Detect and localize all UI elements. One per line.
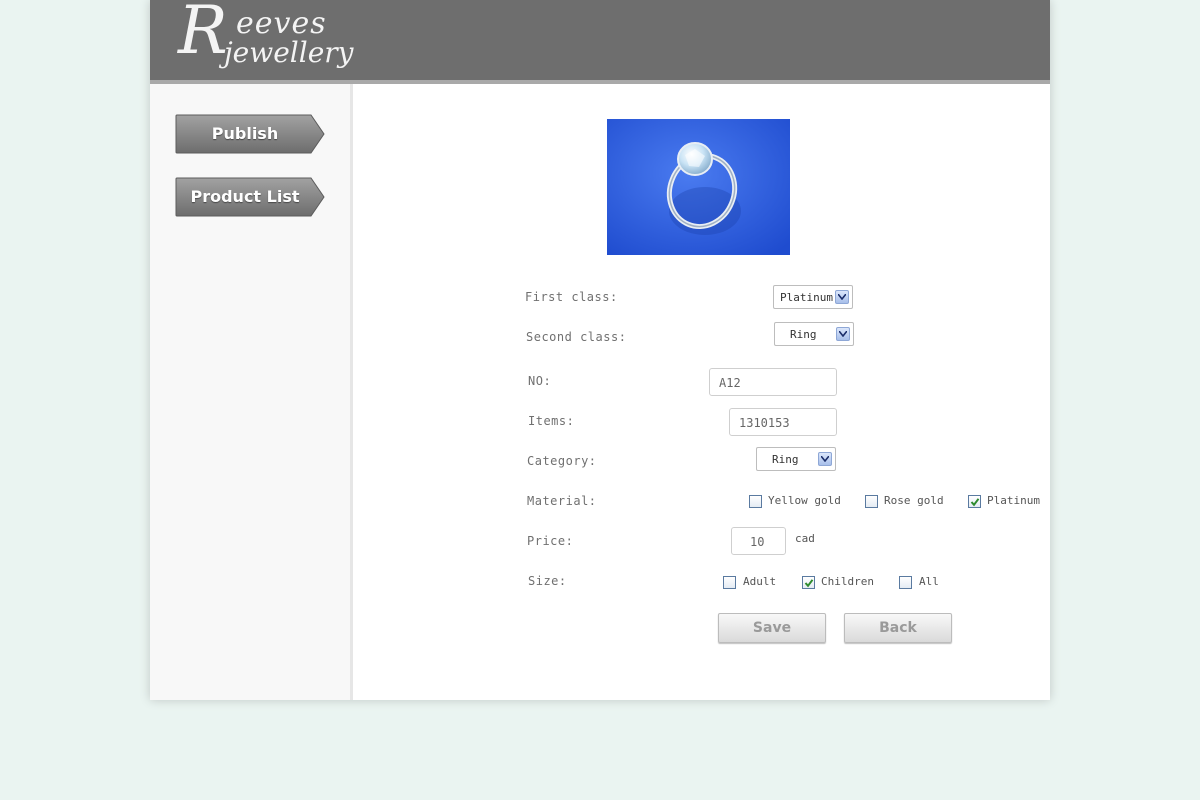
- publish-button[interactable]: Publish: [175, 114, 325, 154]
- save-button[interactable]: Save: [718, 613, 826, 643]
- size-children-label: Children: [821, 575, 874, 588]
- page-container: R eeves jewellery Publish Product List F…: [150, 0, 1050, 700]
- category-value: Ring: [772, 453, 799, 466]
- product-list-button[interactable]: Product List: [175, 177, 325, 217]
- size-all-checkbox[interactable]: [899, 576, 912, 589]
- product-list-button-label: Product List: [190, 187, 300, 206]
- material-platinum-checkbox[interactable]: [968, 495, 981, 508]
- size-all-label: All: [919, 575, 939, 588]
- logo-initial: R: [178, 0, 228, 69]
- main-content: First class: Platinum Second class: Ring…: [353, 84, 1050, 700]
- second-class-label: Second class:: [526, 330, 627, 344]
- no-input[interactable]: A12: [709, 368, 837, 396]
- price-unit: cad: [795, 532, 815, 545]
- chevron-down-icon: [818, 452, 832, 466]
- category-label: Category:: [527, 454, 597, 468]
- publish-button-label: Publish: [211, 124, 279, 143]
- no-label: NO:: [528, 374, 552, 388]
- material-rose-gold-checkbox[interactable]: [865, 495, 878, 508]
- product-image: [607, 119, 790, 255]
- material-label: Material:: [527, 494, 597, 508]
- checkmark-icon: [970, 498, 980, 507]
- second-class-value: Ring: [790, 328, 817, 341]
- category-select[interactable]: Ring: [756, 447, 836, 471]
- chevron-down-icon: [836, 327, 850, 341]
- first-class-value: Platinum: [780, 291, 833, 304]
- no-value: A12: [719, 376, 741, 390]
- material-rose-gold-label: Rose gold: [884, 494, 944, 507]
- price-value: 10: [750, 535, 765, 549]
- size-adult-checkbox[interactable]: [723, 576, 736, 589]
- size-label: Size:: [528, 574, 567, 588]
- first-class-label: First class:: [525, 290, 618, 304]
- logo-bottom-text: jewellery: [224, 36, 354, 69]
- items-value: 1310153: [739, 416, 790, 430]
- size-children-checkbox[interactable]: [802, 576, 815, 589]
- price-input[interactable]: 10: [731, 527, 786, 555]
- second-class-select[interactable]: Ring: [774, 322, 854, 346]
- material-yellow-gold-label: Yellow gold: [768, 494, 841, 507]
- sidebar: Publish Product List: [150, 84, 353, 700]
- items-input[interactable]: 1310153: [729, 408, 837, 436]
- first-class-select[interactable]: Platinum: [773, 285, 853, 309]
- material-platinum-label: Platinum: [987, 494, 1040, 507]
- chevron-down-icon: [835, 290, 849, 304]
- brand-logo[interactable]: R eeves jewellery: [178, 0, 378, 76]
- header-bar: R eeves jewellery: [150, 0, 1050, 84]
- back-button[interactable]: Back: [844, 613, 952, 643]
- checkmark-icon: [804, 579, 814, 588]
- material-yellow-gold-checkbox[interactable]: [749, 495, 762, 508]
- price-label: Price:: [527, 534, 574, 548]
- items-label: Items:: [528, 414, 575, 428]
- size-adult-label: Adult: [743, 575, 777, 588]
